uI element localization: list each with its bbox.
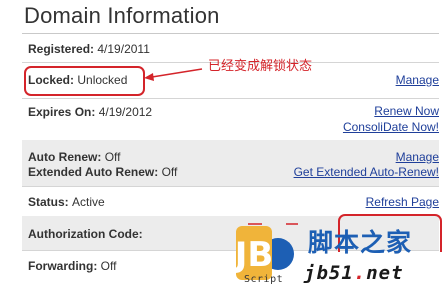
watermark-url: jb51.net <box>304 262 404 284</box>
domain-info-screenshot: Domain Information Registered: 4/19/2011… <box>0 0 443 297</box>
annotation-text: 已经变成解锁状态 <box>208 59 313 74</box>
watermark: JB Script 脚本之家 jb51.net <box>222 218 443 297</box>
url-suffix: net <box>366 262 404 284</box>
watermark-site-name: 脚本之家 <box>308 228 413 257</box>
watermark-script-text: Script <box>244 274 284 285</box>
url-dot: . <box>353 262 367 284</box>
logo-letters: JB <box>233 235 274 275</box>
url-prefix: jb51 <box>304 262 354 284</box>
